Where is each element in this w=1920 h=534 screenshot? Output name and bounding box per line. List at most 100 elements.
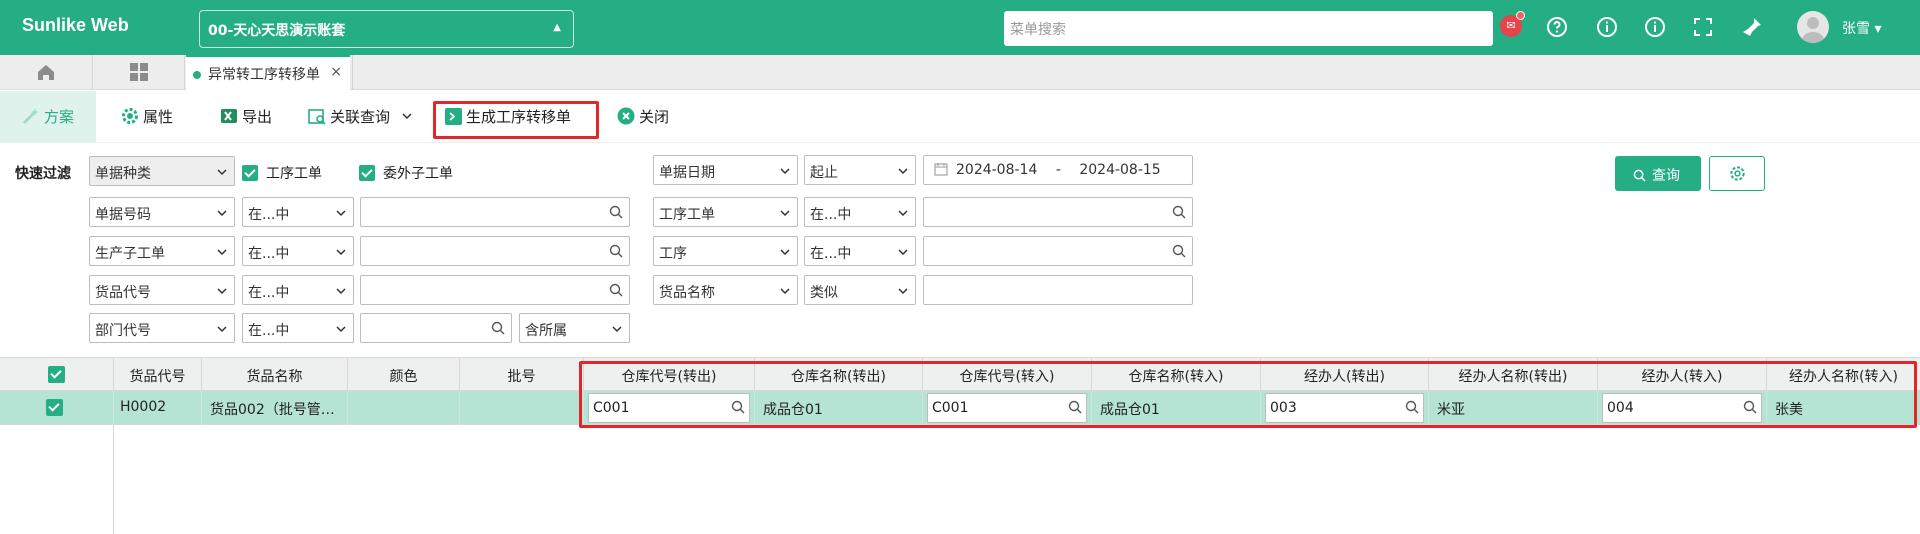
- cell-color[interactable]: [348, 391, 460, 425]
- column-header[interactable]: 批号: [460, 358, 584, 392]
- home-icon[interactable]: [36, 62, 56, 86]
- help-icon[interactable]: [1545, 15, 1569, 39]
- related-query-label: 关联查询: [330, 108, 391, 126]
- date-range-value: 起止: [810, 165, 838, 181]
- filter-value-input[interactable]: [360, 275, 630, 305]
- filter-value-input[interactable]: [923, 275, 1193, 305]
- tab-active[interactable]: 异常转工序转移单 ×: [186, 55, 350, 90]
- cell-item-code[interactable]: H0002: [114, 391, 202, 425]
- search-icon[interactable]: [609, 244, 623, 262]
- column-header[interactable]: 货品代号: [114, 358, 202, 392]
- filter-operator-select[interactable]: 在...中: [804, 197, 916, 227]
- grid-apps-icon[interactable]: [129, 62, 149, 86]
- column-header[interactable]: 颜色: [348, 358, 460, 392]
- filter-operator-value: 类似: [810, 285, 838, 301]
- cell-item-name[interactable]: 货品002（批号管…: [202, 391, 348, 425]
- filter-operator-value: 在...中: [810, 207, 852, 223]
- divider: [352, 55, 353, 90]
- filter-field-value: 工序工单: [659, 207, 715, 223]
- active-dot-icon: [193, 71, 201, 79]
- user-menu[interactable]: 张雪 ▾: [1842, 18, 1881, 38]
- chevron-down-icon: [335, 207, 347, 223]
- date-field-select[interactable]: 单据日期: [653, 155, 798, 185]
- filter-field-select[interactable]: 单据号码: [89, 197, 235, 227]
- account-selector[interactable]: 00-天心天思演示账套 ▲: [199, 10, 574, 48]
- chevron-down-icon: [611, 323, 623, 339]
- filter-operator-select[interactable]: 在...中: [242, 236, 354, 266]
- filter-operator-value: 在...中: [248, 323, 290, 339]
- account-name: 00-天心天思演示账套: [208, 23, 346, 39]
- doc-type-select[interactable]: 单据种类: [89, 156, 235, 186]
- filter-operator-select[interactable]: 在...中: [242, 313, 354, 343]
- query-button[interactable]: 查询: [1615, 156, 1701, 191]
- process-order-checkbox[interactable]: 工序工单: [242, 163, 322, 183]
- search-icon[interactable]: [1172, 244, 1186, 262]
- filter-field-select[interactable]: 货品代号: [89, 275, 235, 305]
- filter-field-select[interactable]: 部门代号: [89, 313, 235, 343]
- filter-value-input[interactable]: [360, 197, 630, 227]
- search-icon[interactable]: [491, 321, 505, 339]
- checkbox-checked-icon: [48, 366, 65, 383]
- scheme-label: 方案: [44, 108, 75, 126]
- filter-operator-select[interactable]: 类似: [804, 275, 916, 305]
- date-separator: -: [1055, 162, 1061, 178]
- toolbar: 方案 属性 导出 关联查询 生成工序转移单 关闭: [0, 91, 1920, 143]
- filter-operator-select[interactable]: 在...中: [242, 275, 354, 305]
- doc-type-value: 单据种类: [95, 166, 151, 182]
- filter-value-input[interactable]: [923, 197, 1193, 227]
- theme-brush-icon[interactable]: [1740, 15, 1764, 39]
- info-icon[interactable]: [1595, 15, 1619, 39]
- chevron-down-icon: [779, 207, 791, 223]
- export-button[interactable]: 导出: [220, 91, 272, 143]
- close-tab-icon[interactable]: ×: [330, 64, 342, 80]
- filter-operator-value: 在...中: [248, 246, 290, 262]
- outsource-order-checkbox[interactable]: 委外子工单: [359, 163, 453, 183]
- filter-field-select[interactable]: 工序工单: [653, 197, 798, 227]
- include-subordinate-select[interactable]: 含所属: [519, 313, 630, 343]
- cell-batch[interactable]: [460, 391, 584, 425]
- filter-settings-button[interactable]: [1709, 156, 1765, 191]
- about-icon[interactable]: [1643, 15, 1667, 39]
- filter-value-input[interactable]: [360, 236, 630, 266]
- chevron-down-icon: [897, 165, 909, 181]
- search-icon[interactable]: [1172, 205, 1186, 223]
- filter-operator-select[interactable]: 在...中: [242, 197, 354, 227]
- avatar[interactable]: [1797, 11, 1829, 43]
- scheme-button[interactable]: 方案: [0, 91, 96, 143]
- search-icon[interactable]: [609, 205, 623, 223]
- gear-icon: [1729, 165, 1746, 186]
- chevron-down-icon: [897, 285, 909, 301]
- grid-empty-area: [0, 425, 114, 534]
- include-subordinate-value: 含所属: [525, 323, 567, 339]
- message-icon[interactable]: ✉: [1500, 11, 1525, 37]
- properties-button[interactable]: 属性: [121, 91, 173, 143]
- menu-search-placeholder: 菜单搜索: [1010, 22, 1066, 38]
- close-button[interactable]: 关闭: [617, 91, 669, 143]
- filter-value-input[interactable]: [360, 313, 512, 343]
- brand-logo: Sunlike Web: [22, 15, 129, 35]
- notification-dot: [1516, 11, 1525, 20]
- tab-label: 异常转工序转移单: [208, 67, 320, 83]
- fullscreen-icon[interactable]: [1691, 15, 1715, 39]
- divider: [184, 55, 185, 90]
- filter-field-select[interactable]: 货品名称: [653, 275, 798, 305]
- filter-field-select[interactable]: 生产子工单: [89, 236, 235, 266]
- menu-search-input[interactable]: 菜单搜索: [1004, 11, 1493, 46]
- chevron-down-icon: [897, 246, 909, 262]
- chevron-down-icon: [216, 285, 228, 301]
- date-range-select[interactable]: 起止: [804, 155, 916, 185]
- row-checkbox[interactable]: [0, 391, 114, 425]
- date-range-picker[interactable]: 2024-08-14 - 2024-08-15: [923, 155, 1193, 185]
- related-query-dropdown[interactable]: 关联查询: [308, 91, 413, 143]
- column-header[interactable]: 货品名称: [202, 358, 348, 392]
- select-all-checkbox[interactable]: [0, 358, 114, 392]
- date-field-value: 单据日期: [659, 165, 715, 181]
- outsource-order-label: 委外子工单: [383, 166, 453, 182]
- chevron-down-icon: [779, 246, 791, 262]
- search-icon[interactable]: [609, 283, 623, 301]
- chevron-down-icon: [216, 246, 228, 262]
- filter-operator-select[interactable]: 在...中: [804, 236, 916, 266]
- calendar-icon: [934, 162, 948, 180]
- filter-field-select[interactable]: 工序: [653, 236, 798, 266]
- filter-value-input[interactable]: [923, 236, 1193, 266]
